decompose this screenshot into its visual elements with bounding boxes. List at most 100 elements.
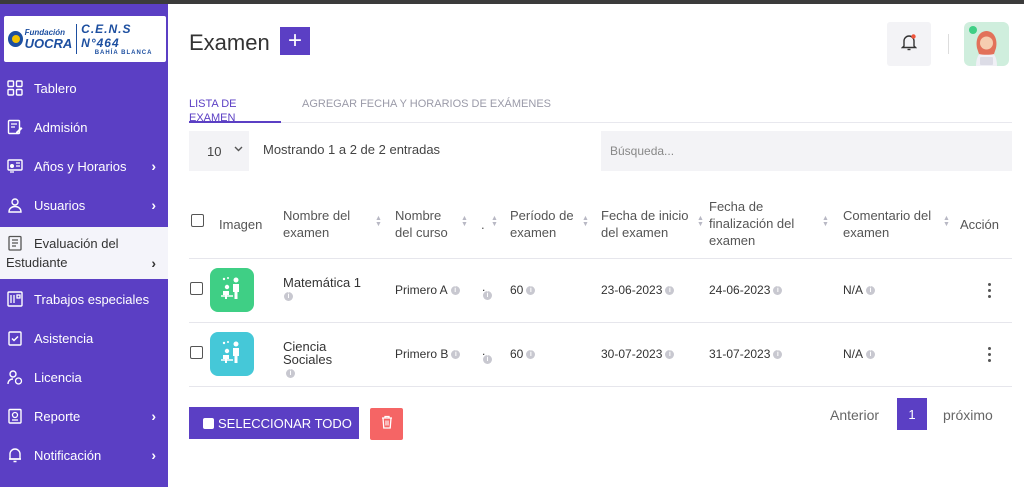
- special-work-icon: [6, 290, 24, 308]
- info-icon[interactable]: i: [665, 350, 675, 360]
- teacher-icon: [219, 275, 245, 306]
- logo-city-text: BAHÍA BLANCA: [94, 50, 153, 56]
- period-text: 60: [510, 283, 524, 297]
- info-icon[interactable]: i: [526, 350, 536, 360]
- tab-lista-de-examen[interactable]: LISTA DE EXAMEN: [189, 97, 281, 124]
- sidebar-item-reporte[interactable]: Reporte ›: [0, 404, 168, 428]
- start-date-text: 30-07-2023: [601, 347, 663, 361]
- info-icon[interactable]: i: [450, 286, 460, 296]
- uocra-logo-icon: [8, 31, 23, 47]
- start-date-text: 23-06-2023: [601, 283, 663, 297]
- info-icon[interactable]: i: [773, 286, 783, 296]
- table-divider: [189, 258, 1012, 259]
- search-input[interactable]: [601, 131, 1012, 171]
- column-header-fecha-fin[interactable]: Fecha de finalización del examen: [709, 198, 814, 249]
- info-icon[interactable]: i: [286, 369, 295, 379]
- teacher-icon: [219, 339, 245, 370]
- info-icon[interactable]: i: [866, 286, 876, 296]
- column-header-periodo[interactable]: Período de examen: [510, 207, 580, 241]
- column-header-nombre-examen[interactable]: Nombre del examen: [283, 207, 363, 241]
- chevron-right-icon: ›: [151, 197, 156, 213]
- select-all-label: SELECCIONAR TODO: [218, 415, 352, 431]
- sidebar-item-label: Evaluación del Estudiante: [6, 236, 119, 270]
- info-icon[interactable]: i: [451, 350, 461, 360]
- sidebar-item-trabajos[interactable]: Trabajos especiales: [0, 287, 168, 311]
- tab-agregar-fecha[interactable]: AGREGAR FECHA Y HORARIOS DE EXÁMENES: [302, 97, 551, 123]
- end-date-text: 31-07-2023: [709, 347, 771, 361]
- header-divider: [948, 34, 949, 54]
- delete-button[interactable]: [370, 408, 403, 440]
- school-logo[interactable]: Fundación UOCRA C.E.N.S N°464 BAHÍA BLAN…: [4, 16, 166, 62]
- chevron-down-icon: [234, 144, 243, 155]
- sidebar-item-anos-horarios[interactable]: Años y Horarios ›: [0, 154, 168, 178]
- logo-divider: [76, 24, 78, 54]
- sort-icon[interactable]: ▲ ▼: [582, 215, 589, 228]
- select-all-checkbox[interactable]: [191, 214, 204, 227]
- sidebar-item-asistencia[interactable]: Asistencia: [0, 326, 168, 350]
- comment-text: N/A: [843, 347, 864, 361]
- sidebar-item-admision[interactable]: Admisión: [0, 115, 168, 139]
- pagination-next[interactable]: próximo: [943, 407, 993, 423]
- end-date: 31-07-2023 i: [709, 347, 783, 361]
- course-name-text: Primero B: [395, 347, 449, 361]
- sidebar-item-label: Años y Horarios: [34, 158, 127, 174]
- avatar[interactable]: [964, 22, 1009, 66]
- period-value: 60 i: [510, 347, 536, 361]
- info-icon[interactable]: i: [483, 291, 492, 300]
- pagination-page[interactable]: 1: [897, 398, 927, 430]
- column-header-fecha-inicio[interactable]: Fecha de inicio del examen: [601, 207, 696, 241]
- sort-icon[interactable]: ▲ ▼: [697, 215, 704, 228]
- column-header-imagen: Imagen: [219, 217, 263, 232]
- course-name: Primero Ai: [395, 283, 460, 297]
- logo-uocra-text: UOCRA: [24, 36, 73, 51]
- exam-image: [210, 332, 254, 376]
- attendance-icon: [6, 329, 24, 347]
- sidebar-item-label: Asistencia: [34, 330, 94, 346]
- user-icon: [6, 196, 24, 214]
- column-header-dot[interactable]: .: [481, 216, 485, 233]
- end-date: 24-06-2023 i: [709, 283, 783, 297]
- period-value: 60 i: [510, 283, 536, 297]
- sort-icon[interactable]: ▲ ▼: [461, 215, 468, 228]
- column-header-comentario[interactable]: Comentario del examen: [843, 207, 943, 241]
- sidebar-item-evaluacion[interactable]: Evaluación del Estudiante ›: [0, 227, 168, 279]
- info-icon[interactable]: i: [284, 292, 293, 301]
- sort-icon[interactable]: ▲ ▼: [375, 215, 382, 228]
- sort-icon[interactable]: ▲ ▼: [943, 215, 950, 228]
- table-divider: [189, 322, 1012, 323]
- row-checkbox[interactable]: [190, 282, 203, 295]
- sidebar-item-usuarios[interactable]: Usuarios ›: [0, 193, 168, 217]
- sidebar-item-label: Trabajos especiales: [34, 291, 150, 307]
- row-checkbox[interactable]: [190, 346, 203, 359]
- sidebar-item-label: Admisión: [34, 119, 88, 135]
- info-icon[interactable]: i: [773, 350, 783, 360]
- page-size-select[interactable]: 10: [189, 131, 249, 171]
- start-date: 23-06-2023 i: [601, 283, 675, 297]
- pagination-prev[interactable]: Anterior: [830, 407, 879, 423]
- column-header-nombre-curso[interactable]: Nombre del curso: [395, 207, 459, 241]
- add-exam-button[interactable]: +: [280, 27, 310, 55]
- notifications-button[interactable]: [887, 22, 931, 66]
- sort-icon[interactable]: ▲ ▼: [822, 215, 829, 228]
- period-text: 60: [510, 347, 524, 361]
- sidebar-item-notificacion[interactable]: Notificación ›: [0, 443, 168, 467]
- exam-image: [210, 268, 254, 312]
- sidebar-item-tablero[interactable]: Tablero: [0, 76, 168, 100]
- sidebar-item-label: Licencia: [34, 369, 82, 385]
- sidebar-item-licencia[interactable]: Licencia: [0, 365, 168, 389]
- info-icon[interactable]: i: [526, 286, 536, 296]
- info-icon[interactable]: i: [866, 350, 876, 360]
- row-actions-menu-icon[interactable]: [988, 283, 992, 298]
- logo-cens-text: C.E.N.S N°464: [81, 22, 132, 50]
- sort-icon[interactable]: ▲ ▼: [491, 215, 498, 228]
- sidebar-item-label: Usuarios: [34, 197, 86, 213]
- start-date: 30-07-2023 i: [601, 347, 675, 361]
- sidebar-item-label: Notificación: [34, 447, 102, 463]
- row-actions-menu-icon[interactable]: [988, 347, 992, 362]
- info-icon[interactable]: i: [665, 286, 675, 296]
- info-icon[interactable]: i: [483, 355, 492, 364]
- admission-icon: [6, 118, 24, 136]
- select-all-button[interactable]: SELECCIONAR TODO: [189, 407, 359, 439]
- tab-bar: LISTA DE EXAMEN AGREGAR FECHA Y HORARIOS…: [189, 97, 1012, 124]
- comment-value: N/A i: [843, 283, 876, 297]
